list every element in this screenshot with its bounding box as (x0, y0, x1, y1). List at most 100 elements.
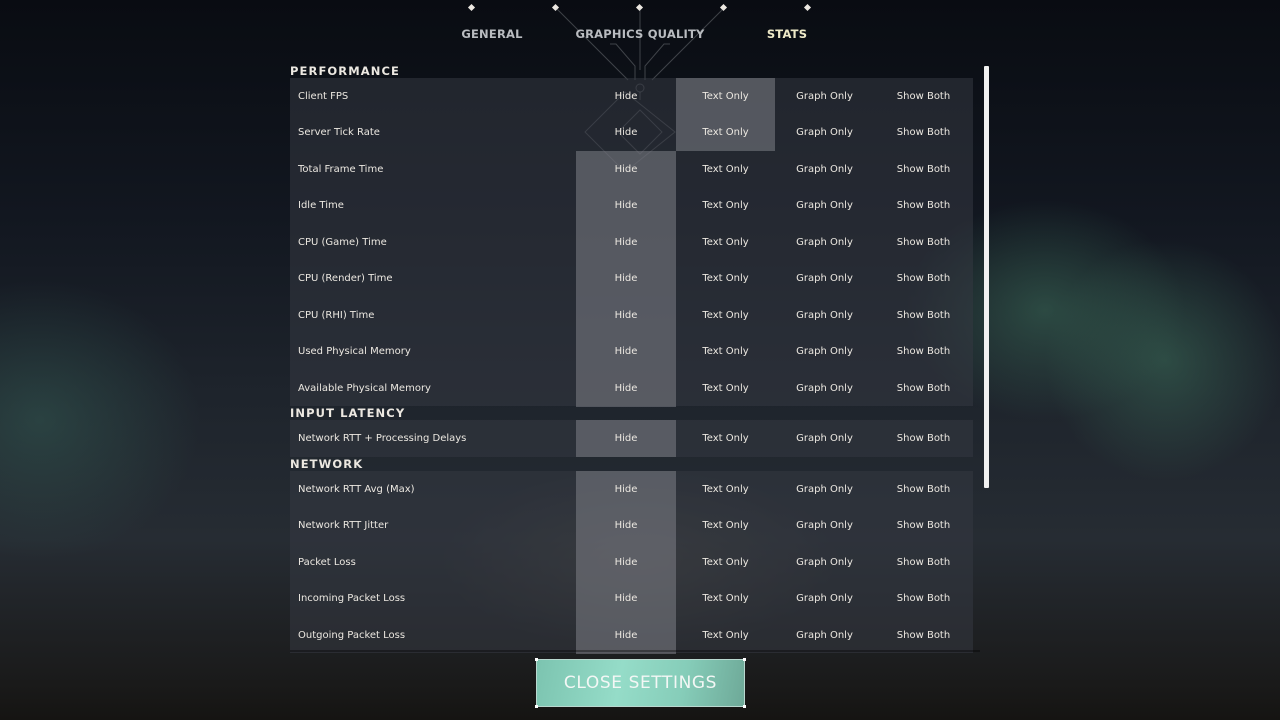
close-settings-button[interactable]: CLOSE SETTINGS (535, 658, 746, 708)
tab-general[interactable]: GENERAL (461, 27, 522, 41)
option-text-only[interactable]: Text Only (676, 261, 775, 298)
option-hide[interactable]: Hide (576, 297, 676, 334)
option-text-only[interactable]: Text Only (676, 420, 775, 457)
option-graph-only[interactable]: Graph Only (775, 370, 874, 407)
option-hide[interactable]: Hide (576, 420, 676, 457)
option-hide[interactable]: Hide (576, 115, 676, 152)
stats-settings-panel: PERFORMANCE Client FPS Hide Text Only Graph… (290, 60, 990, 654)
option-hide[interactable]: Hide (576, 507, 676, 544)
stat-row: Available Physical Memory Hide Text Only Gr… (290, 370, 973, 407)
stat-row: Outgoing Packet Loss Hide Text Only Graph O… (290, 617, 973, 654)
stat-row: Packet Loss Hide Text Only Graph Only Show B… (290, 544, 973, 581)
option-hide[interactable]: Hide (576, 617, 676, 654)
option-hide[interactable]: Hide (576, 370, 676, 407)
tab-stats[interactable]: STATS (767, 27, 807, 41)
option-text-only[interactable]: Text Only (676, 78, 775, 115)
option-text-only[interactable]: Text Only (676, 617, 775, 654)
stat-label: Total Frame Time (298, 163, 384, 175)
option-text-only[interactable]: Text Only (676, 544, 775, 581)
option-graph-only[interactable]: Graph Only (775, 188, 874, 225)
section-header-input-latency: INPUT LATENCY (290, 406, 406, 420)
option-graph-only[interactable]: Graph Only (775, 420, 874, 457)
option-show-both[interactable]: Show Both (874, 78, 973, 115)
option-graph-only[interactable]: Graph Only (775, 261, 874, 298)
option-show-both[interactable]: Show Both (874, 188, 973, 225)
stat-label: CPU (RHI) Time (298, 309, 375, 321)
option-graph-only[interactable]: Graph Only (775, 617, 874, 654)
stat-label: Idle Time (298, 200, 344, 212)
stat-row: Network RTT Avg (Max) Hide Text Only Graph … (290, 471, 973, 508)
stat-row: Client FPS Hide Text Only Graph Only Show Bo… (290, 78, 973, 115)
option-hide[interactable]: Hide (576, 224, 676, 261)
option-graph-only[interactable]: Graph Only (775, 151, 874, 188)
stat-label: Client FPS (298, 90, 349, 102)
option-text-only[interactable]: Text Only (676, 151, 775, 188)
stat-label: Network RTT + Processing Delays (298, 432, 467, 444)
option-graph-only[interactable]: Graph Only (775, 508, 874, 545)
tab-marker-icon (551, 3, 560, 12)
stat-label: CPU (Game) Time (298, 236, 387, 248)
tab-marker-icon (803, 3, 812, 12)
option-show-both[interactable]: Show Both (874, 151, 973, 188)
corner-marker-icon (743, 705, 746, 708)
option-hide[interactable]: Hide (576, 580, 676, 617)
option-text-only[interactable]: Text Only (676, 508, 775, 545)
option-graph-only[interactable]: Graph Only (775, 544, 874, 581)
option-hide[interactable]: Hide (576, 471, 676, 508)
option-graph-only[interactable]: Graph Only (775, 334, 874, 371)
section-header-performance: PERFORMANCE (290, 64, 400, 78)
stat-row: Idle Time Hide Text Only Graph Only Show Bot… (290, 187, 973, 225)
panel-divider (290, 650, 980, 652)
option-graph-only[interactable]: Graph Only (775, 78, 874, 115)
option-graph-only[interactable]: Graph Only (775, 297, 874, 334)
scrollbar-thumb[interactable] (984, 66, 989, 488)
option-hide[interactable]: Hide (576, 78, 676, 115)
option-show-both[interactable]: Show Both (874, 544, 973, 581)
option-hide[interactable]: Hide (576, 544, 676, 581)
option-graph-only[interactable]: Graph Only (775, 224, 874, 261)
stat-row: CPU (RHI) Time Hide Text Only Graph Only Sho… (290, 297, 973, 334)
option-text-only[interactable]: Text Only (676, 224, 775, 261)
stat-label: Network RTT Jitter (298, 520, 389, 532)
option-show-both[interactable]: Show Both (874, 297, 973, 334)
stat-label: Available Physical Memory (298, 382, 431, 394)
option-text-only[interactable]: Text Only (676, 334, 775, 371)
option-show-both[interactable]: Show Both (874, 420, 973, 457)
option-text-only[interactable]: Text Only (676, 471, 775, 508)
option-show-both[interactable]: Show Both (874, 261, 973, 298)
option-graph-only[interactable]: Graph Only (775, 471, 874, 508)
option-text-only[interactable]: Text Only (676, 581, 775, 618)
option-show-both[interactable]: Show Both (874, 471, 973, 508)
option-text-only[interactable]: Text Only (676, 188, 775, 225)
stat-row: CPU (Render) Time Hide Text Only Graph Only… (290, 260, 973, 298)
option-show-both[interactable]: Show Both (874, 617, 973, 654)
stat-row: Used Physical Memory Hide Text Only Graph O… (290, 333, 973, 371)
option-show-both[interactable]: Show Both (874, 224, 973, 261)
stat-label: Incoming Packet Loss (298, 593, 406, 605)
option-text-only[interactable]: Text Only (676, 297, 775, 334)
option-graph-only[interactable]: Graph Only (775, 581, 874, 618)
stat-row: Network RTT Jitter Hide Text Only Graph Onl… (290, 507, 973, 545)
option-hide[interactable]: Hide (576, 187, 676, 224)
option-show-both[interactable]: Show Both (874, 508, 973, 545)
option-text-only[interactable]: Text Only (676, 370, 775, 407)
tab-graphics-quality[interactable]: GRAPHICS QUALITY (575, 27, 704, 41)
corner-marker-icon (743, 658, 746, 661)
option-hide[interactable]: Hide (576, 333, 676, 370)
option-text-only[interactable]: Text Only (676, 114, 775, 151)
stat-row: Incoming Packet Loss Hide Text Only Graph O… (290, 580, 973, 618)
stat-label: Server Tick Rate (298, 127, 380, 139)
stat-row: Total Frame Time Hide Text Only Graph Only S… (290, 151, 973, 188)
option-show-both[interactable]: Show Both (874, 581, 973, 618)
section-header-network: NETWORK (290, 457, 364, 471)
option-show-both[interactable]: Show Both (874, 370, 973, 407)
tab-marker-icon (635, 3, 644, 12)
option-hide[interactable]: Hide (576, 260, 676, 297)
close-settings-label: CLOSE SETTINGS (563, 673, 718, 693)
option-show-both[interactable]: Show Both (874, 334, 973, 371)
option-show-both[interactable]: Show Both (874, 115, 973, 152)
option-hide[interactable]: Hide (576, 151, 676, 188)
corner-marker-icon (535, 705, 538, 708)
option-graph-only[interactable]: Graph Only (775, 115, 874, 152)
settings-tabs: GENERAL GRAPHICS QUALITY STATS (0, 0, 1280, 60)
